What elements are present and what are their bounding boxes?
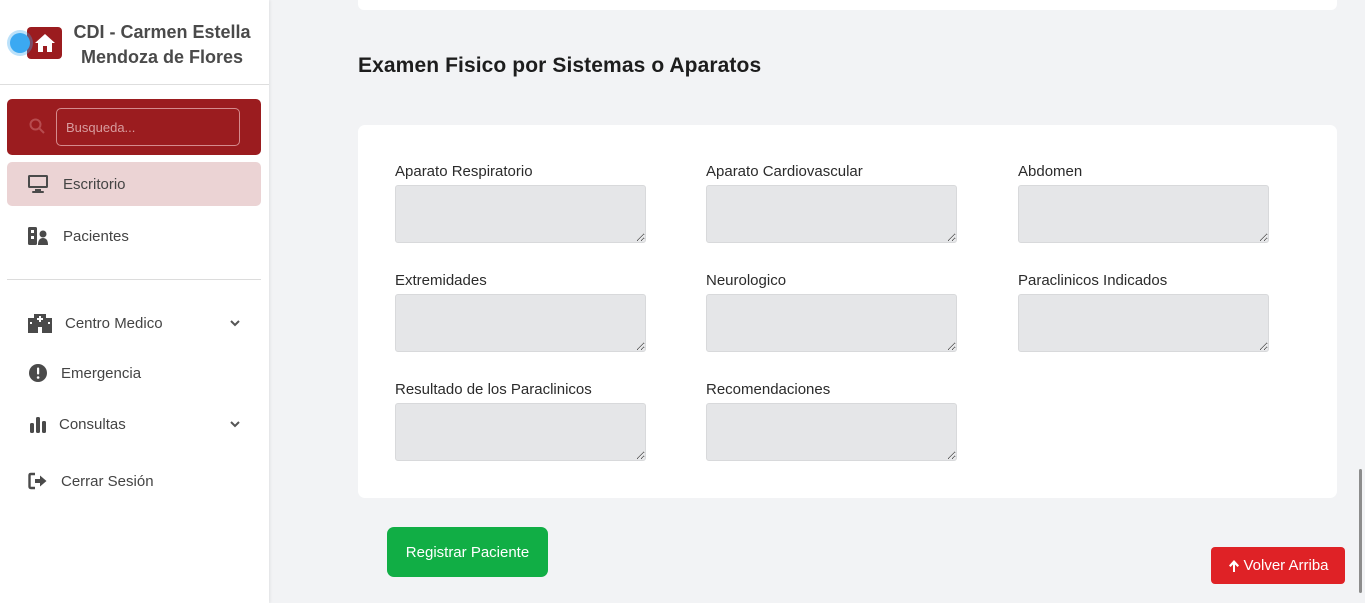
sidebar-item-consultas[interactable]: Consultas	[7, 402, 261, 446]
hospital-icon	[28, 312, 52, 334]
field-label: Resultado de los Paraclinicos	[395, 381, 592, 398]
scrollbar-thumb[interactable]	[1359, 469, 1362, 593]
sidebar-divider	[7, 279, 261, 280]
resultado-paraclinicos-textarea[interactable]	[395, 403, 646, 461]
previous-section-card	[358, 0, 1337, 10]
brand-header: CDI - Carmen Estella Mendoza de Flores	[0, 0, 269, 85]
aparato-cardiovascular-textarea[interactable]	[706, 185, 957, 243]
recomendaciones-textarea[interactable]	[706, 403, 957, 461]
field-label: Neurologico	[706, 272, 787, 289]
sidebar-item-cerrar-sesion[interactable]: Cerrar Sesión	[7, 459, 261, 503]
volver-arriba-button[interactable]: Volver Arriba	[1211, 547, 1345, 584]
neurologico-textarea[interactable]	[706, 294, 957, 352]
field-aparato-cardiovascular: Aparato Cardiovascular	[706, 163, 957, 243]
field-label: Aparato Cardiovascular	[706, 163, 863, 180]
sidebar-item-label: Escritorio	[63, 175, 126, 193]
home-icon[interactable]	[27, 27, 62, 59]
paraclinicos-indicados-textarea[interactable]	[1018, 294, 1269, 352]
sidebar-item-label: Centro Medico	[65, 314, 163, 332]
sidebar-item-label: Emergencia	[61, 364, 142, 382]
search-bar	[7, 99, 261, 155]
sidebar-item-centro-medico[interactable]: Centro Medico	[7, 301, 261, 345]
extremidades-textarea[interactable]	[395, 294, 646, 352]
aparato-respiratorio-textarea[interactable]	[395, 185, 646, 243]
sidebar-item-label: Cerrar Sesión	[61, 472, 154, 490]
search-input[interactable]	[56, 108, 240, 146]
sidebar-item-pacientes[interactable]: Pacientes	[7, 214, 261, 258]
field-abdomen: Abdomen	[1018, 163, 1269, 243]
field-neurologico: Neurologico	[706, 272, 957, 352]
chevron-down-icon[interactable]	[229, 317, 241, 329]
sidebar-item-escritorio[interactable]: Escritorio	[7, 162, 261, 206]
brand-title: CDI - Carmen Estella Mendoza de Flores	[73, 22, 251, 67]
field-label: Abdomen	[1018, 163, 1083, 180]
field-aparato-respiratorio: Aparato Respiratorio	[395, 163, 646, 243]
field-extremidades: Extremidades	[395, 272, 646, 352]
field-paraclinicos-indicados: Paraclinicos Indicados	[1018, 272, 1269, 352]
registrar-paciente-button[interactable]: Registrar Paciente	[387, 527, 548, 577]
bar-chart-icon	[27, 413, 49, 435]
exam-form-card: Aparato Respiratorio Aparato Cardiovascu…	[358, 125, 1337, 498]
sidebar-item-label: Pacientes	[63, 227, 129, 245]
field-label: Aparato Respiratorio	[395, 163, 533, 180]
chevron-down-icon[interactable]	[229, 418, 241, 430]
sign-out-icon	[27, 470, 49, 492]
field-resultado-paraclinicos: Resultado de los Paraclinicos	[395, 381, 646, 461]
status-dot	[10, 33, 30, 53]
exclamation-icon	[27, 362, 49, 384]
field-recomendaciones: Recomendaciones	[706, 381, 957, 461]
field-label: Recomendaciones	[706, 381, 831, 398]
sidebar-item-label: Consultas	[59, 415, 126, 433]
section-title: Examen Fisico por Sistemas o Aparatos	[358, 54, 762, 77]
arrow-up-icon	[1229, 559, 1240, 572]
sidebar-item-emergencia[interactable]: Emergencia	[7, 351, 261, 395]
abdomen-textarea[interactable]	[1018, 185, 1269, 243]
sidebar: CDI - Carmen Estella Mendoza de Flores E…	[0, 0, 269, 603]
patients-icon	[27, 225, 49, 247]
monitor-icon	[27, 173, 49, 195]
field-label: Paraclinicos Indicados	[1018, 272, 1168, 289]
search-icon	[29, 118, 45, 134]
volver-arriba-label: Volver Arriba	[1243, 557, 1329, 574]
field-label: Extremidades	[395, 272, 487, 289]
